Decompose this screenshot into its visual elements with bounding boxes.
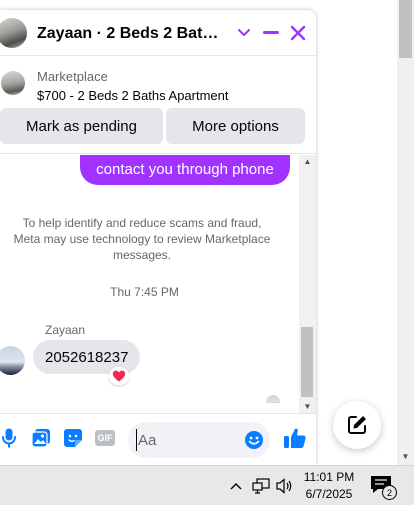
show-hidden-icons-icon[interactable] [228, 476, 244, 496]
microphone-icon[interactable] [0, 427, 20, 449]
chat-title[interactable]: Zayaan · 2 Beds 2 Baths Apartment [37, 25, 227, 43]
safety-notice: To help identify and reduce scams and fr… [13, 216, 271, 262]
system-clock[interactable]: 11:01 PM 6/7/2025 [300, 469, 358, 503]
sender-name: Zayaan [45, 323, 86, 337]
chat-scrollbar[interactable]: ▲ ▼ [299, 155, 316, 413]
message-input-container[interactable] [128, 422, 270, 458]
listing-thumbnail[interactable] [1, 71, 25, 95]
listing-title[interactable]: $700 - 2 Beds 2 Baths Apartment [37, 88, 229, 103]
clock-time: 11:01 PM [303, 470, 355, 484]
taskbar: 11:01 PM 6/7/2025 2 [0, 465, 414, 505]
volume-icon[interactable] [275, 476, 295, 496]
gif-icon[interactable]: GIF [94, 427, 116, 449]
minimize-icon[interactable] [259, 20, 283, 46]
chat-header: Zayaan · 2 Beds 2 Baths Apartment [0, 10, 316, 56]
network-icon[interactable] [251, 476, 271, 496]
photo-icon[interactable] [30, 427, 52, 449]
chevron-down-icon[interactable] [232, 20, 256, 46]
emoji-icon[interactable] [244, 430, 264, 450]
scroll-up-arrow-icon[interactable]: ▲ [299, 157, 316, 166]
composer: GIF [0, 413, 316, 465]
clock-date: 6/7/2025 [305, 487, 353, 501]
sticker-icon[interactable] [62, 427, 84, 449]
seen-receipt-avatar [266, 395, 280, 403]
chat-avatar[interactable] [0, 18, 27, 48]
notification-count-badge: 2 [382, 485, 397, 500]
compose-icon [348, 416, 366, 434]
page-scrollbar[interactable]: ▼ [397, 0, 414, 465]
listing-banner: Marketplace $700 - 2 Beds 2 Baths Apartm… [0, 56, 316, 154]
thumbs-up-icon[interactable] [283, 426, 307, 450]
mark-as-pending-button[interactable]: Mark as pending [0, 108, 163, 144]
page-scroll-thumb[interactable] [399, 0, 412, 58]
message-timestamp: Thu 7:45 PM [110, 285, 179, 299]
scroll-down-arrow-icon[interactable]: ▼ [299, 402, 316, 411]
outgoing-message[interactable]: contact you through phone [80, 155, 290, 185]
notification-center-button[interactable]: 2 [370, 475, 398, 500]
scroll-down-arrow-icon[interactable]: ▼ [397, 451, 414, 463]
close-icon[interactable] [286, 20, 310, 46]
message-list: contact you through phone To help identi… [0, 155, 316, 403]
message-input[interactable] [136, 429, 236, 451]
listing-source: Marketplace [37, 69, 108, 84]
heart-icon[interactable] [109, 367, 129, 385]
sender-avatar[interactable] [0, 346, 25, 375]
new-message-button[interactable] [333, 401, 381, 449]
more-options-button[interactable]: More options [166, 108, 305, 144]
incoming-message-text: 2052618237 [45, 348, 129, 366]
chat-scroll-thumb[interactable] [301, 327, 313, 397]
chat-window: Zayaan · 2 Beds 2 Baths Apartment Market… [0, 10, 316, 465]
gif-label: GIF [95, 430, 115, 446]
